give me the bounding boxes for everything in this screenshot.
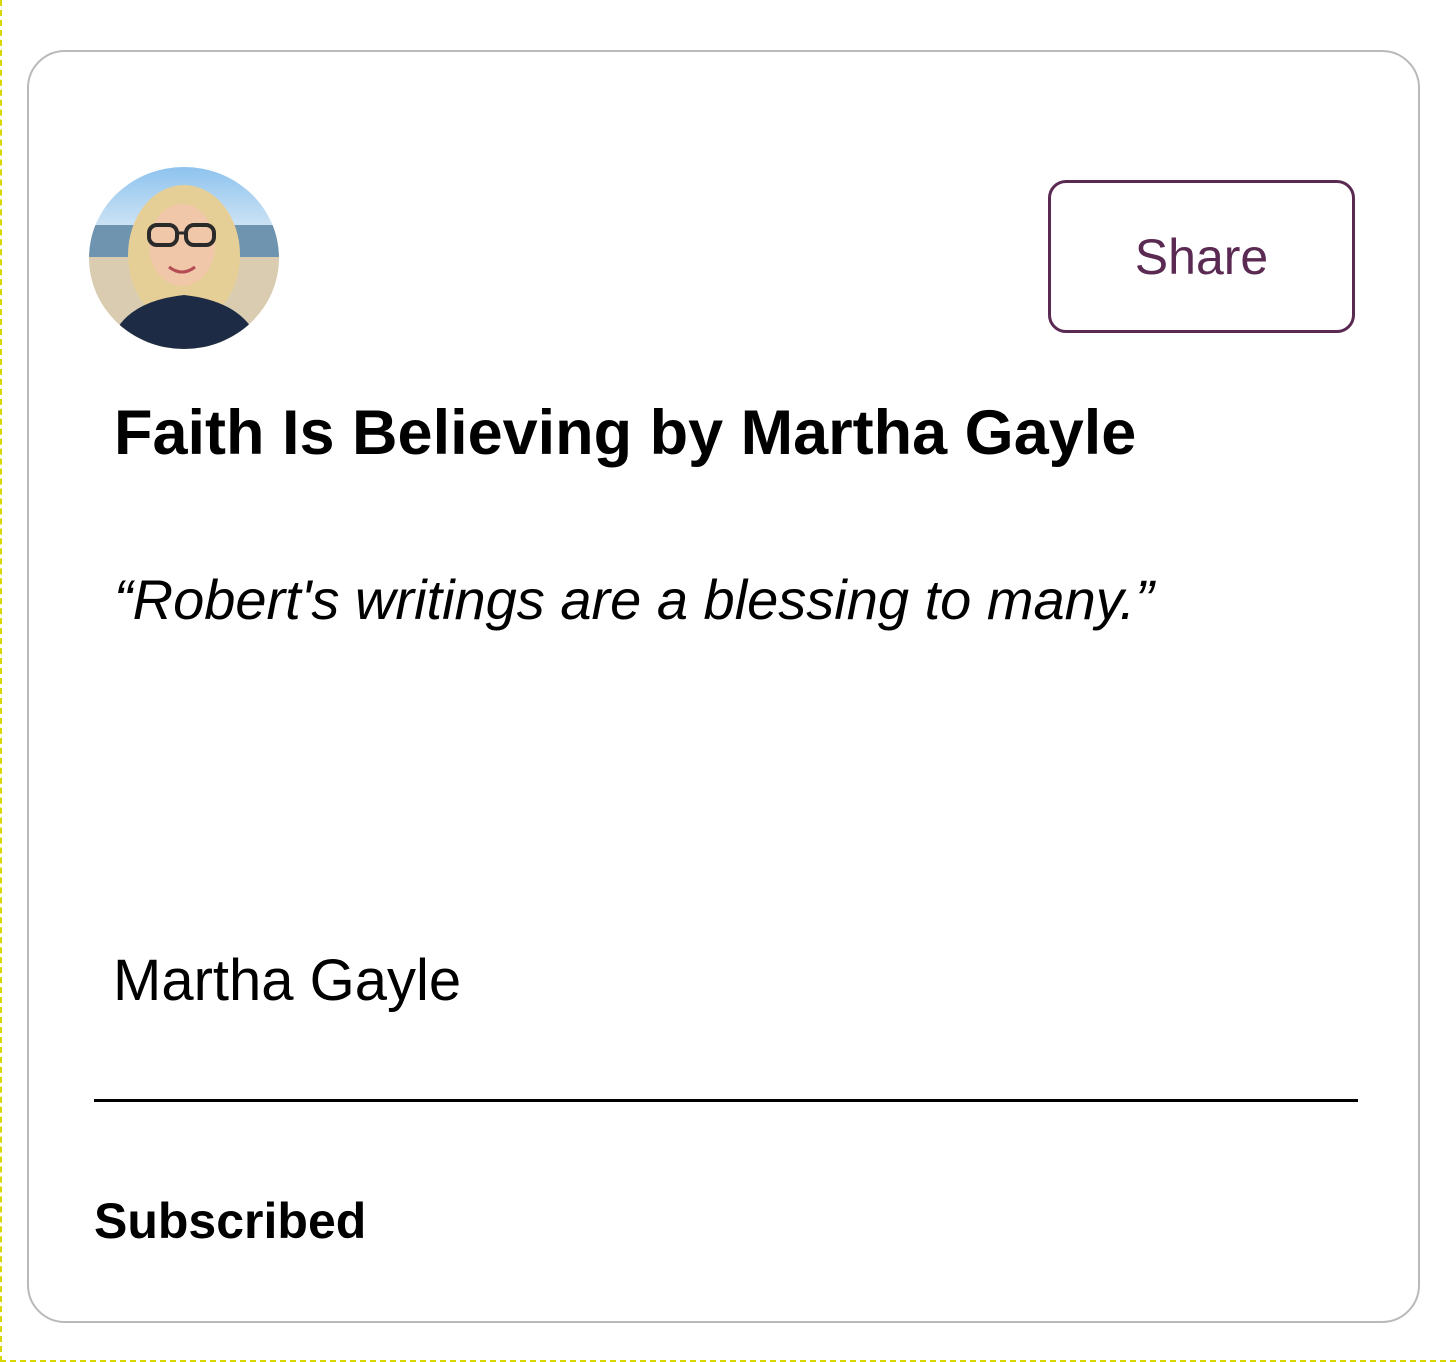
card-title: Faith Is Believing by Martha Gayle	[114, 398, 1137, 468]
testimonial-card: Share Faith Is Believing by Martha Gayle…	[27, 50, 1420, 1323]
avatar	[89, 167, 279, 349]
testimonial-quote: “Robert's writings are a blessing to man…	[114, 568, 1154, 631]
divider	[94, 1099, 1358, 1102]
author-name: Martha Gayle	[113, 948, 462, 1013]
profile-photo-icon	[89, 167, 279, 349]
share-button[interactable]: Share	[1048, 180, 1355, 333]
subscription-status: Subscribed	[94, 1193, 367, 1249]
